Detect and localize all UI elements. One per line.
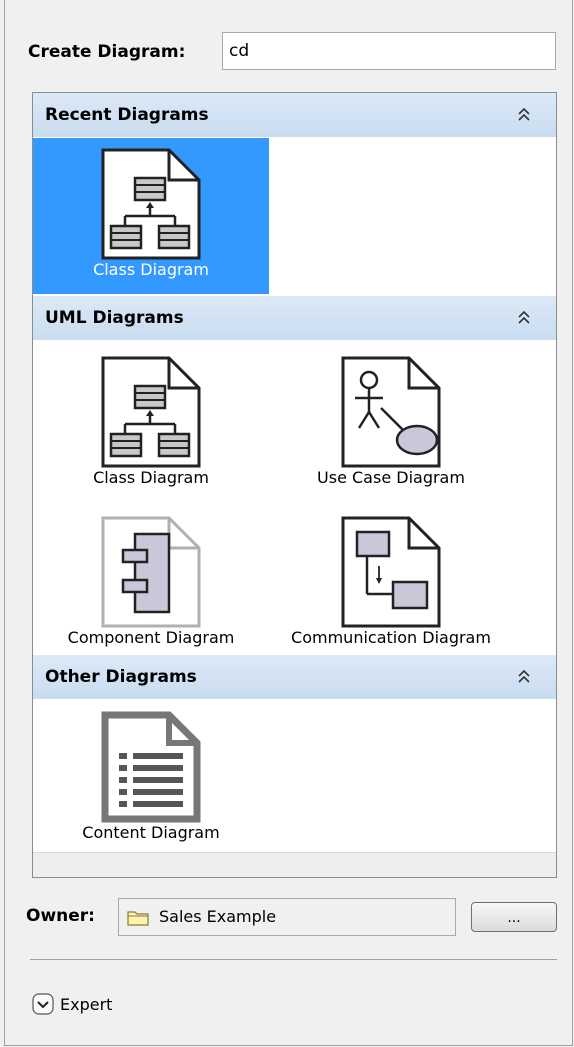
- section-title-other: Other Diagrams: [45, 667, 197, 687]
- section-title-recent: Recent Diagrams: [45, 105, 209, 125]
- diagram-tile-class[interactable]: Class Diagram: [33, 346, 269, 502]
- diagram-tile-label: Content Diagram: [82, 823, 220, 842]
- section-header-uml[interactable]: UML Diagrams: [33, 296, 556, 340]
- diagram-tile-label: Communication Diagram: [291, 628, 491, 647]
- collapse-up-icon[interactable]: [514, 105, 534, 125]
- section-header-other[interactable]: Other Diagrams: [33, 655, 556, 699]
- diagram-tile-recent-class[interactable]: Class Diagram: [33, 138, 269, 294]
- content-diagram-icon: [101, 711, 201, 823]
- owner-label: Owner:: [26, 906, 95, 926]
- section-header-recent[interactable]: Recent Diagrams: [33, 93, 556, 137]
- diagram-tile-use-case[interactable]: Use Case Diagram: [273, 346, 509, 502]
- class-diagram-icon: [101, 356, 201, 468]
- divider: [30, 959, 557, 960]
- communication-diagram-icon: [341, 516, 441, 628]
- component-diagram-icon: [101, 516, 201, 628]
- panel-footer: [33, 852, 556, 877]
- owner-field[interactable]: Sales Example: [118, 898, 456, 936]
- use-case-diagram-icon: [341, 356, 441, 468]
- diagram-tile-label: Class Diagram: [93, 468, 209, 487]
- folder-icon: [127, 911, 149, 926]
- class-diagram-icon: [101, 148, 201, 260]
- diagram-tile-label: Use Case Diagram: [317, 468, 465, 487]
- diagram-tile-communication[interactable]: Communication Diagram: [273, 506, 509, 662]
- diagram-tile-label: Component Diagram: [67, 628, 235, 647]
- collapse-up-icon[interactable]: [514, 667, 534, 687]
- create-diagram-input[interactable]: [222, 32, 556, 70]
- chevron-down-icon[interactable]: [32, 993, 54, 1015]
- section-title-uml: UML Diagrams: [45, 308, 184, 328]
- browse-owner-button[interactable]: ...: [471, 902, 557, 932]
- expert-label: Expert: [60, 995, 113, 1014]
- diagram-list-panel: Recent Diagrams Class Diagram UML Diagra…: [32, 92, 557, 878]
- owner-value: Sales Example: [159, 907, 277, 926]
- create-diagram-label: Create Diagram:: [28, 42, 186, 62]
- collapse-up-icon[interactable]: [514, 308, 534, 328]
- diagram-tile-label: Class Diagram: [93, 260, 209, 279]
- diagram-tile-content[interactable]: Content Diagram: [33, 701, 269, 857]
- diagram-tile-component[interactable]: Component Diagram: [33, 506, 269, 662]
